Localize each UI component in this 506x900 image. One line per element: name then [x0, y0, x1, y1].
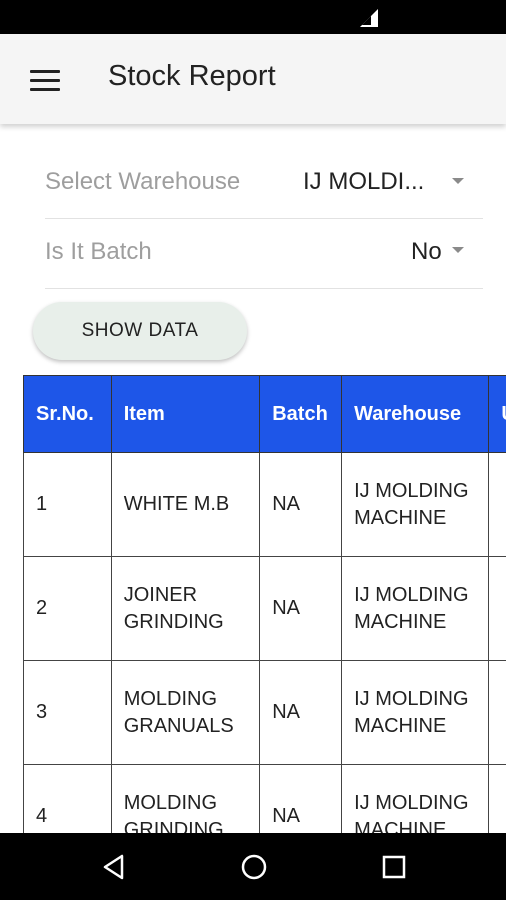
cell-item: WHITE M.B [110, 452, 261, 557]
header-unit: U [488, 375, 506, 453]
cell-warehouse: IJ MOLDING MACHINE [341, 556, 490, 661]
page-title: Stock Report [108, 60, 276, 92]
cell-batch: NA [259, 764, 343, 833]
cell-warehouse: IJ MOLDING MACHINE [341, 452, 490, 557]
stock-table: Sr.No. Item Batch Warehouse U 1 WHITE M.… [23, 375, 506, 833]
warehouse-select-value[interactable]: IJ MOLDI... [303, 168, 424, 196]
signal-icon [360, 9, 378, 27]
dropdown-caret-icon[interactable] [452, 247, 464, 253]
cell-sr-no: 4 [23, 764, 112, 833]
table-row[interactable]: 2 JOINER GRINDING NA IJ MOLDING MACHINE [23, 556, 506, 661]
header-batch: Batch [259, 375, 343, 453]
cell-item: JOINER GRINDING [110, 556, 261, 661]
cell-unit [488, 452, 506, 557]
stock-table-container[interactable]: Sr.No. Item Batch Warehouse U 1 WHITE M.… [23, 375, 506, 833]
batch-select-value[interactable]: No [411, 238, 442, 266]
cell-warehouse: IJ MOLDING MACHINE [341, 660, 490, 765]
table-header-row: Sr.No. Item Batch Warehouse U [23, 375, 506, 453]
cell-unit [488, 660, 506, 765]
home-icon[interactable] [240, 853, 268, 881]
cell-unit [488, 764, 506, 833]
table-row[interactable]: 1 WHITE M.B NA IJ MOLDING MACHINE [23, 452, 506, 557]
cell-sr-no: 3 [23, 660, 112, 765]
navigation-bar [0, 833, 506, 900]
table-row[interactable]: 3 MOLDING GRANUALS NA IJ MOLDING MACHINE [23, 660, 506, 765]
warehouse-label: Select Warehouse [45, 168, 241, 195]
batch-label: Is It Batch [45, 238, 152, 265]
recents-icon[interactable] [380, 853, 408, 881]
batch-select-row[interactable]: Is It Batch No [45, 218, 483, 289]
menu-icon[interactable] [30, 70, 60, 92]
header-item: Item [110, 375, 261, 453]
cell-sr-no: 2 [23, 556, 112, 661]
cell-batch: NA [259, 452, 343, 557]
header-sr-no: Sr.No. [23, 375, 112, 453]
dropdown-caret-icon[interactable] [452, 178, 464, 184]
status-bar [0, 0, 506, 34]
table-row[interactable]: 4 MOLDING GRINDING NA IJ MOLDING MACHINE [23, 764, 506, 833]
cell-item: MOLDING GRINDING [110, 764, 261, 833]
show-data-button[interactable]: SHOW DATA [33, 302, 247, 360]
header-warehouse: Warehouse [341, 375, 490, 453]
cell-batch: NA [259, 556, 343, 661]
cell-batch: NA [259, 660, 343, 765]
cell-sr-no: 1 [23, 452, 112, 557]
cell-warehouse: IJ MOLDING MACHINE [341, 764, 490, 833]
back-icon[interactable] [100, 853, 128, 881]
cell-unit [488, 556, 506, 661]
app-bar: Stock Report [0, 34, 506, 124]
cell-item: MOLDING GRANUALS [110, 660, 261, 765]
warehouse-select-row[interactable]: Select Warehouse IJ MOLDI... [45, 148, 483, 219]
